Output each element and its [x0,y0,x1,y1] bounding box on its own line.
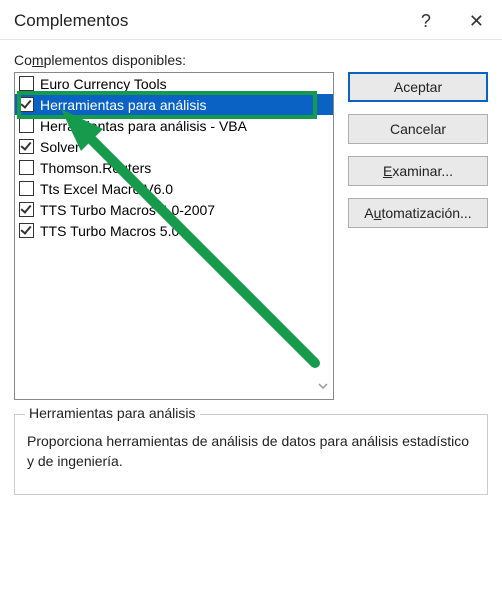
addin-item[interactable]: Thomson.Reuters [15,157,333,178]
addin-item[interactable]: Solver [15,136,333,157]
addin-checkbox[interactable] [19,202,34,217]
dialog-content: Complementos disponibles: Euro Currency … [0,40,502,608]
addin-item[interactable]: Herramientas para análisis - VBA [15,115,333,136]
ok-button[interactable]: Aceptar [348,72,488,102]
browse-button[interactable]: Examinar... [348,156,488,186]
help-icon[interactable]: ? [413,10,439,32]
titlebar: Complementos ? ✕ [0,0,502,40]
addin-description: Proporciona herramientas de análisis de … [27,431,475,472]
main-row: Euro Currency Tools Herramientas para aná… [14,72,488,400]
addin-label: Solver [40,139,80,155]
addin-checkbox[interactable] [19,223,34,238]
addin-item[interactable]: TTS Turbo Macros 5.0 [15,220,333,241]
available-addins-label: Complementos disponibles: [14,52,488,68]
addin-checkbox[interactable] [19,181,34,196]
addin-label: Herramientas para análisis - VBA [40,118,247,134]
addin-label: TTS Turbo Macros 5.0 [40,223,179,239]
addin-label: Tts Excel Macro V6.0 [40,181,173,197]
addin-label: TTS Turbo Macros 4.0-2007 [40,202,215,218]
addin-item[interactable]: TTS Turbo Macros 4.0-2007 [15,199,333,220]
addin-checkbox[interactable] [19,160,34,175]
titlebar-controls: ? ✕ [413,10,492,32]
close-icon[interactable]: ✕ [461,10,492,32]
addin-checkbox[interactable] [19,118,34,133]
addin-item[interactable]: Tts Excel Macro V6.0 [15,178,333,199]
addin-checkbox[interactable] [19,139,34,154]
addins-listbox[interactable]: Euro Currency Tools Herramientas para aná… [14,72,334,400]
addin-label: Thomson.Reuters [40,160,151,176]
addin-label: Euro Currency Tools [40,76,167,92]
addin-label: Herramientas para análisis [40,97,207,113]
dialog-buttons: Aceptar Cancelar Examinar... Automatizac… [348,72,488,400]
addin-checkbox[interactable] [19,97,34,112]
window-title: Complementos [14,11,128,31]
addin-item[interactable]: Herramientas para análisis [15,94,333,115]
addin-item[interactable]: Euro Currency Tools [15,73,333,94]
addin-details-legend: Herramientas para análisis [25,405,200,421]
addin-details-group: Herramientas para análisis Proporciona h… [14,414,488,495]
automation-button[interactable]: Automatización... [348,198,488,228]
cancel-button[interactable]: Cancelar [348,114,488,144]
addin-checkbox[interactable] [19,76,34,91]
scroll-indicator-icon [317,380,329,395]
